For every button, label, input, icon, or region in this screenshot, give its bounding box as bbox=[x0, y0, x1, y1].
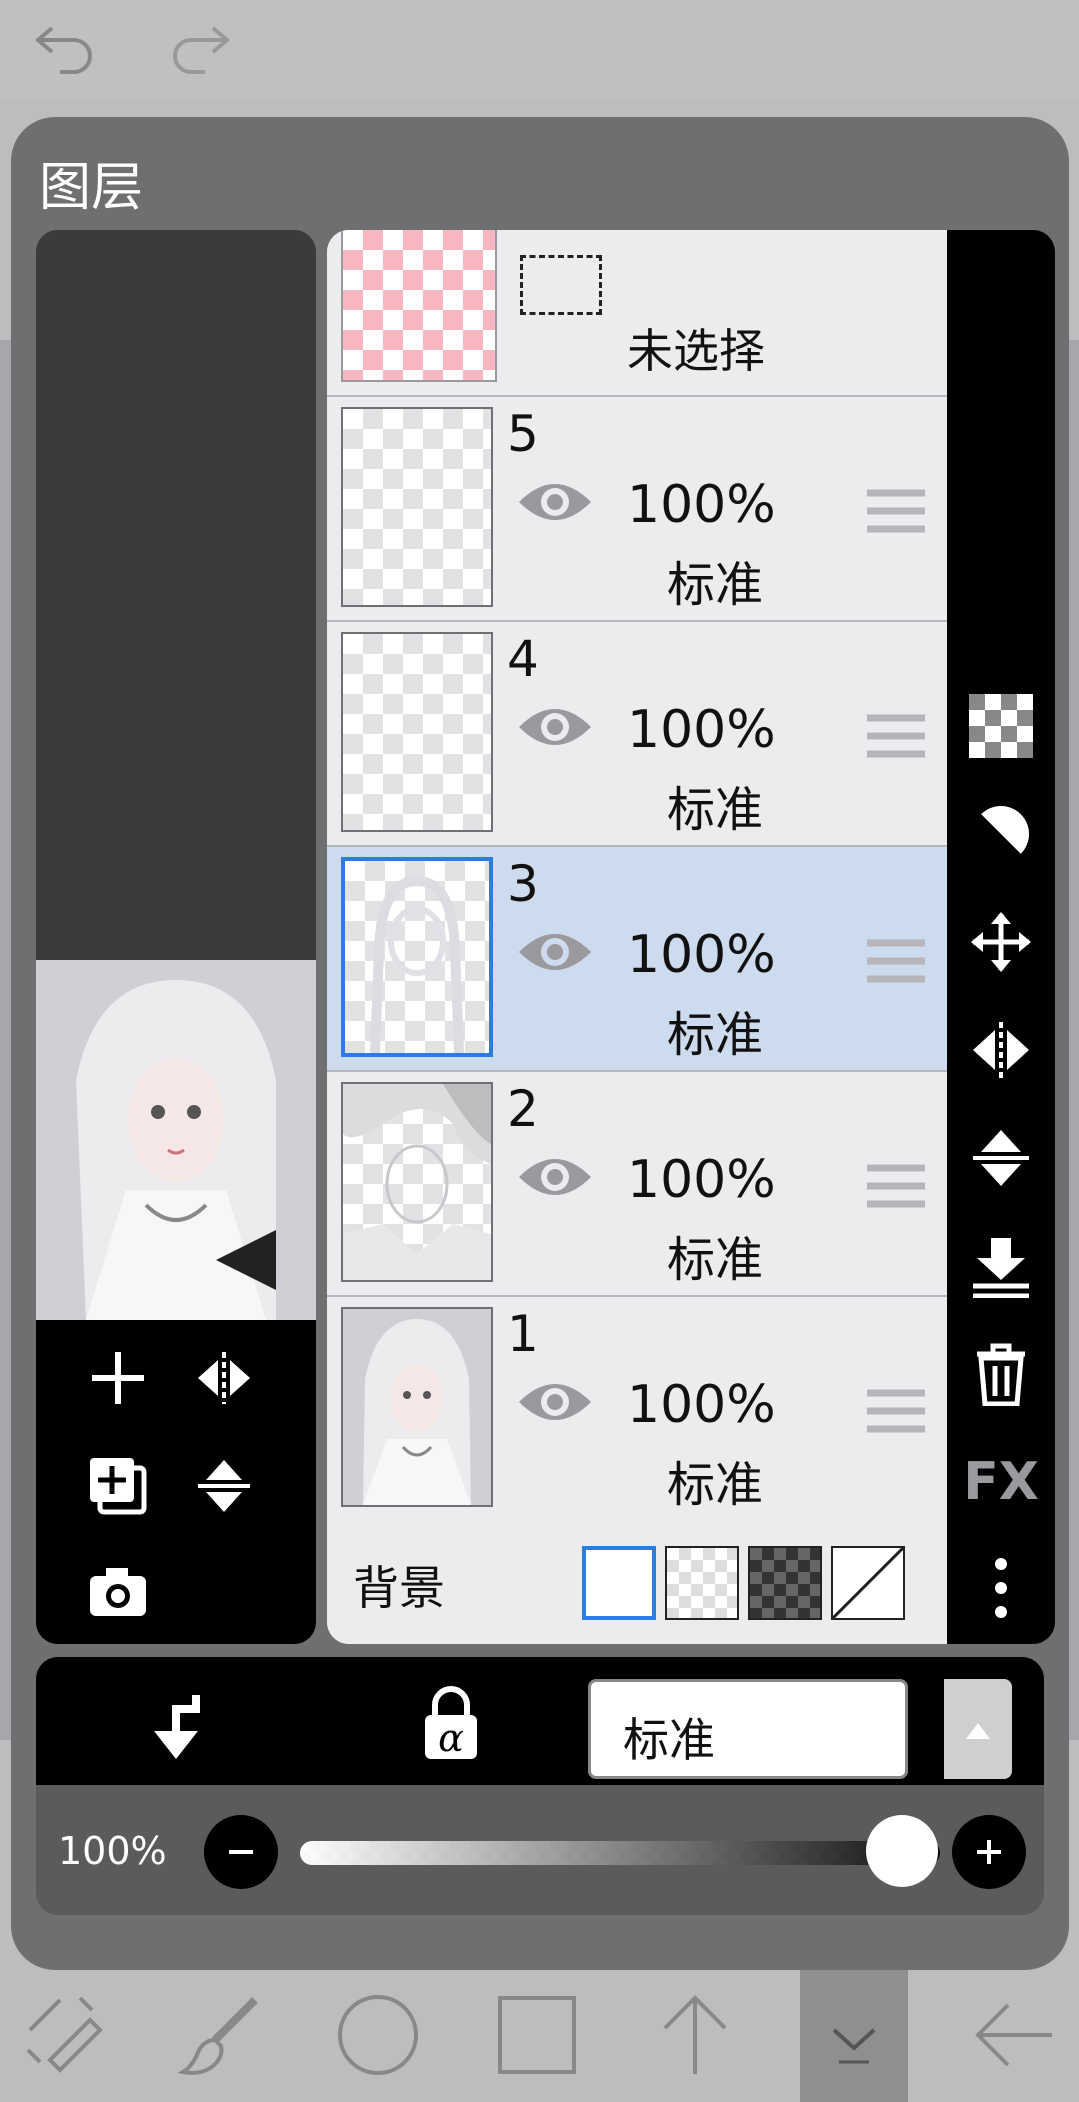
layer-opacity: 100% bbox=[627, 1150, 776, 1210]
camera-icon[interactable] bbox=[78, 1552, 158, 1632]
checker-icon[interactable] bbox=[961, 686, 1041, 766]
layer-blend-mode: 标准 bbox=[667, 1232, 764, 1288]
bg-dark-checker-option[interactable] bbox=[748, 1546, 822, 1620]
layer-action-bar: α 标准 bbox=[36, 1657, 1044, 1785]
background-label: 背景 bbox=[353, 1561, 445, 1615]
selection-thumbnail bbox=[341, 230, 497, 382]
up-arrow-icon[interactable] bbox=[650, 1990, 740, 2080]
flip-horizontal-icon[interactable] bbox=[961, 1010, 1041, 1090]
layer-number: 1 bbox=[507, 1305, 539, 1363]
layer-number: 5 bbox=[507, 405, 539, 463]
layer-panel: 图层 未选择 5 100% 标准 4 100% 标准 3 100% 标准 2 1… bbox=[11, 117, 1069, 1970]
layer-row[interactable]: 2 100% 标准 bbox=[327, 1072, 947, 1297]
layer-blend-mode: 标准 bbox=[667, 782, 764, 838]
layer-list: 未选择 5 100% 标准 4 100% 标准 3 100% 标准 2 100%… bbox=[327, 230, 947, 1644]
background-row: 背景 bbox=[327, 1516, 947, 1644]
flip-vertical-icon[interactable] bbox=[184, 1446, 264, 1526]
flip-horizontal-icon[interactable] bbox=[184, 1338, 264, 1418]
layer-blend-mode: 标准 bbox=[667, 1007, 764, 1063]
layer-row-selected[interactable]: 3 100% 标准 bbox=[327, 847, 947, 1072]
preview-image bbox=[36, 960, 316, 1320]
more-icon[interactable] bbox=[961, 1548, 1041, 1628]
circle-icon[interactable] bbox=[333, 1990, 423, 2080]
eye-icon[interactable] bbox=[515, 472, 595, 532]
drag-handle-icon[interactable] bbox=[867, 485, 925, 537]
layer-opacity: 100% bbox=[627, 700, 776, 760]
layer-number: 2 bbox=[507, 1080, 539, 1138]
redo-icon[interactable] bbox=[165, 10, 235, 80]
fx-icon[interactable]: FX bbox=[961, 1442, 1041, 1522]
layer-thumbnail bbox=[341, 407, 493, 607]
drag-handle-icon[interactable] bbox=[867, 935, 925, 987]
opacity-bar: 100% bbox=[36, 1785, 1044, 1915]
flip-vertical-icon[interactable] bbox=[961, 1118, 1041, 1198]
collapse-icon[interactable] bbox=[809, 1990, 899, 2080]
drag-handle-icon[interactable] bbox=[867, 1160, 925, 1212]
layer-thumbnail bbox=[341, 632, 493, 832]
transform-icon[interactable] bbox=[20, 1990, 110, 2080]
layer-row[interactable]: 1 100% 标准 bbox=[327, 1297, 947, 1522]
layer-blend-mode: 标准 bbox=[667, 557, 764, 613]
preview-navigator[interactable] bbox=[36, 230, 316, 960]
blend-mode-value: 标准 bbox=[623, 1713, 715, 1767]
decrease-opacity-button[interactable] bbox=[204, 1815, 278, 1889]
eye-icon[interactable] bbox=[515, 922, 595, 982]
layer-number: 3 bbox=[507, 855, 539, 913]
opacity-slider[interactable] bbox=[300, 1841, 940, 1865]
opacity-label: 100% bbox=[58, 1829, 167, 1873]
eye-icon[interactable] bbox=[515, 1147, 595, 1207]
canvas-preview bbox=[36, 230, 316, 1644]
invert-icon[interactable] bbox=[961, 794, 1041, 874]
eye-icon[interactable] bbox=[515, 1372, 595, 1432]
layer-opacity: 100% bbox=[627, 1375, 776, 1435]
blend-mode-select[interactable]: 标准 bbox=[588, 1679, 908, 1779]
increase-opacity-button[interactable] bbox=[952, 1815, 1026, 1889]
layer-opacity: 100% bbox=[627, 475, 776, 535]
blend-mode-dropdown-button[interactable] bbox=[944, 1679, 1012, 1779]
layer-tools-sidebar: FX bbox=[947, 230, 1055, 1644]
layer-opacity: 100% bbox=[627, 925, 776, 985]
drag-handle-icon[interactable] bbox=[867, 710, 925, 762]
layer-thumbnail bbox=[341, 1307, 493, 1507]
move-icon[interactable] bbox=[961, 902, 1041, 982]
square-icon[interactable] bbox=[492, 1990, 582, 2080]
bg-light-checker-option[interactable] bbox=[665, 1546, 739, 1620]
layer-row[interactable]: 5 100% 标准 bbox=[327, 397, 947, 622]
layer-row[interactable]: 4 100% 标准 bbox=[327, 622, 947, 847]
svg-text:α: α bbox=[438, 1716, 464, 1760]
drag-handle-icon[interactable] bbox=[867, 1385, 925, 1437]
merge-down-icon[interactable] bbox=[961, 1226, 1041, 1306]
layer-blend-mode: 标准 bbox=[667, 1457, 764, 1513]
selection-status: 未选择 bbox=[627, 324, 765, 378]
bg-none-option[interactable] bbox=[831, 1546, 905, 1620]
add-layer-icon[interactable] bbox=[78, 1338, 158, 1418]
bg-white-option[interactable] bbox=[582, 1546, 656, 1620]
layer-thumbnail bbox=[341, 1082, 493, 1282]
trash-icon[interactable] bbox=[961, 1334, 1041, 1414]
eye-icon[interactable] bbox=[515, 697, 595, 757]
preview-toolbox bbox=[36, 1320, 316, 1644]
undo-icon[interactable] bbox=[30, 10, 100, 80]
clip-to-below-icon[interactable] bbox=[136, 1687, 216, 1767]
layer-thumbnail bbox=[341, 857, 493, 1057]
duplicate-layer-icon[interactable] bbox=[78, 1446, 158, 1526]
selection-layer-row[interactable]: 未选择 bbox=[327, 230, 947, 397]
back-arrow-icon[interactable] bbox=[968, 1990, 1058, 2080]
alpha-lock-icon[interactable]: α bbox=[411, 1683, 491, 1763]
layer-number: 4 bbox=[507, 630, 539, 688]
brush-icon[interactable] bbox=[175, 1990, 265, 2080]
top-bar bbox=[0, 0, 1079, 100]
panel-title: 图层 bbox=[39, 158, 144, 218]
selection-marquee-icon bbox=[520, 255, 602, 315]
opacity-slider-knob[interactable] bbox=[866, 1815, 938, 1887]
